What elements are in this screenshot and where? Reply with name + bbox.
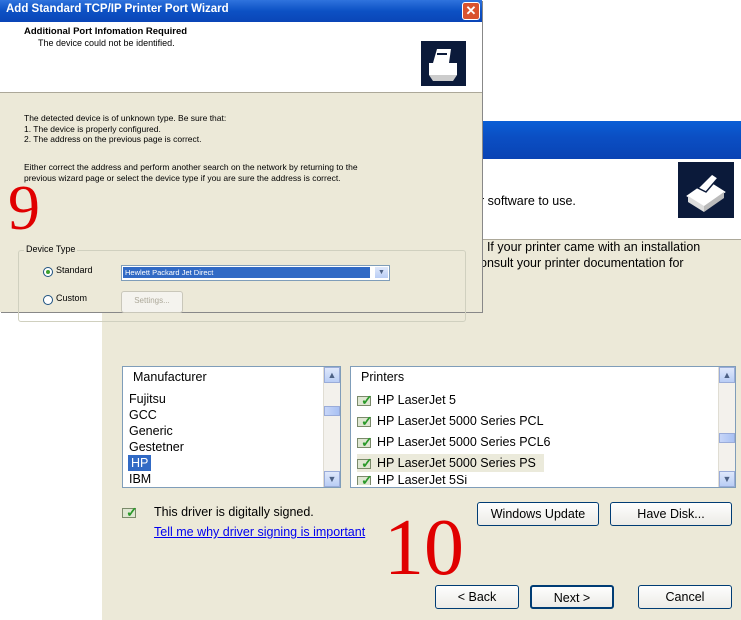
list-item[interactable]: Fujitsu bbox=[129, 391, 166, 407]
list-item-label: HP LaserJet 5Si bbox=[377, 475, 468, 485]
manufacturer-header: Manufacturer bbox=[133, 370, 207, 384]
text-line: 1. The device is properly configured. bbox=[24, 123, 161, 134]
instructions-line: . If your printer came with an installat… bbox=[480, 240, 701, 254]
printers-scrollbar[interactable]: ▲ ▼ bbox=[718, 367, 735, 487]
text-line: The detected device is of unknown type. … bbox=[24, 113, 227, 123]
header-text: r software to use. bbox=[480, 194, 576, 208]
custom-radio[interactable] bbox=[43, 295, 53, 305]
device-type-value: Hewlett Packard Jet Direct bbox=[123, 267, 370, 278]
have-disk-button[interactable]: Have Disk... bbox=[610, 502, 732, 526]
scroll-down-icon[interactable]: ▼ bbox=[719, 471, 735, 487]
list-item[interactable]: ✓ HP LaserJet 5000 Series PCL bbox=[357, 412, 544, 430]
list-item-label: HP LaserJet 5000 Series PCL6 bbox=[377, 435, 551, 449]
unknown-device-text: The detected device is of unknown type. … bbox=[24, 113, 226, 145]
list-item-label: HP LaserJet 5000 Series PCL bbox=[377, 414, 544, 428]
list-item[interactable]: GCC bbox=[129, 407, 157, 423]
printer-icon bbox=[678, 162, 734, 218]
wizard-title: Add Standard TCP/IP Printer Port Wizard bbox=[6, 3, 229, 15]
text-line: 2. The address on the previous page is c… bbox=[24, 134, 202, 144]
tcpip-port-wizard-dialog: Add Standard TCP/IP Printer Port Wizard … bbox=[0, 0, 482, 322]
standard-radio-label: Standard bbox=[56, 265, 93, 275]
device-type-group bbox=[18, 250, 466, 322]
list-item[interactable]: ✓ HP LaserJet 5000 Series PCL6 bbox=[357, 433, 550, 451]
wizard-titlebar: Add Standard TCP/IP Printer Port Wizard … bbox=[0, 0, 482, 22]
standard-radio[interactable] bbox=[43, 267, 53, 277]
device-type-label: Device Type bbox=[24, 244, 78, 254]
list-item-label: HP LaserJet 5000 Series PS bbox=[377, 456, 536, 470]
list-item-label: HP LaserJet 5 bbox=[377, 393, 456, 407]
windows-update-button[interactable]: Windows Update bbox=[477, 502, 599, 526]
device-type-select[interactable]: Hewlett Packard Jet Direct ▼ bbox=[121, 265, 390, 281]
cancel-button[interactable]: Cancel bbox=[638, 585, 732, 609]
scroll-up-icon[interactable]: ▲ bbox=[719, 367, 735, 383]
manufacturer-scrollbar[interactable]: ▲ ▼ bbox=[323, 367, 340, 487]
list-item[interactable]: ✓ HP LaserJet 5Si bbox=[357, 475, 467, 485]
signed-driver-icon: ✓ bbox=[357, 475, 375, 485]
scroll-thumb[interactable] bbox=[324, 406, 340, 416]
printers-list[interactable]: Printers ✓ HP LaserJet 5 ✓ HP LaserJet 5… bbox=[350, 366, 736, 488]
chevron-down-icon[interactable]: ▼ bbox=[375, 267, 388, 278]
scroll-down-icon[interactable]: ▼ bbox=[324, 471, 340, 487]
signed-status-text: This driver is digitally signed. bbox=[154, 505, 314, 519]
wizard-subheading: The device could not be identified. bbox=[38, 38, 175, 48]
step-number-10: 10 bbox=[384, 504, 464, 592]
step-number-9: 9 bbox=[8, 172, 40, 243]
driver-signing-link[interactable]: Tell me why driver signing is important bbox=[154, 525, 365, 539]
printers-header: Printers bbox=[361, 370, 405, 384]
signed-driver-icon: ✓ bbox=[357, 434, 375, 450]
scroll-up-icon[interactable]: ▲ bbox=[324, 367, 340, 383]
custom-radio-label: Custom bbox=[56, 293, 88, 303]
close-icon[interactable]: ✕ bbox=[462, 2, 480, 20]
next-button[interactable]: Next > bbox=[530, 585, 614, 609]
signed-driver-icon: ✓ bbox=[357, 392, 375, 408]
list-item[interactable]: IBM bbox=[129, 471, 151, 483]
signed-driver-icon: ✓ bbox=[357, 413, 375, 429]
scroll-thumb[interactable] bbox=[719, 433, 735, 443]
instructions-line: onsult your printer documentation for bbox=[480, 256, 684, 270]
settings-button[interactable]: Settings... bbox=[121, 291, 183, 313]
wizard-heading: Additional Port Infomation Required bbox=[24, 26, 188, 37]
network-printer-icon bbox=[421, 41, 466, 86]
instructions-text: . If your printer came with an installat… bbox=[480, 239, 700, 271]
signed-driver-icon: ✓ bbox=[122, 504, 140, 520]
signed-driver-icon: ✓ bbox=[357, 455, 375, 471]
list-item-selected[interactable]: HP bbox=[128, 455, 152, 471]
list-item[interactable]: Generic bbox=[129, 423, 173, 439]
correction-text: Either correct the address and perform a… bbox=[24, 162, 358, 183]
text-line: previous wizard page or select the devic… bbox=[24, 172, 341, 183]
list-item-selected[interactable]: ✓ HP LaserJet 5000 Series PS bbox=[357, 454, 544, 472]
list-item[interactable]: ✓ HP LaserJet 5 bbox=[357, 391, 456, 409]
list-item[interactable]: Gestetner bbox=[129, 439, 184, 455]
text-line: Either correct the address and perform a… bbox=[24, 162, 358, 172]
manufacturer-list[interactable]: Manufacturer Fujitsu GCC Generic Gestetn… bbox=[122, 366, 341, 488]
